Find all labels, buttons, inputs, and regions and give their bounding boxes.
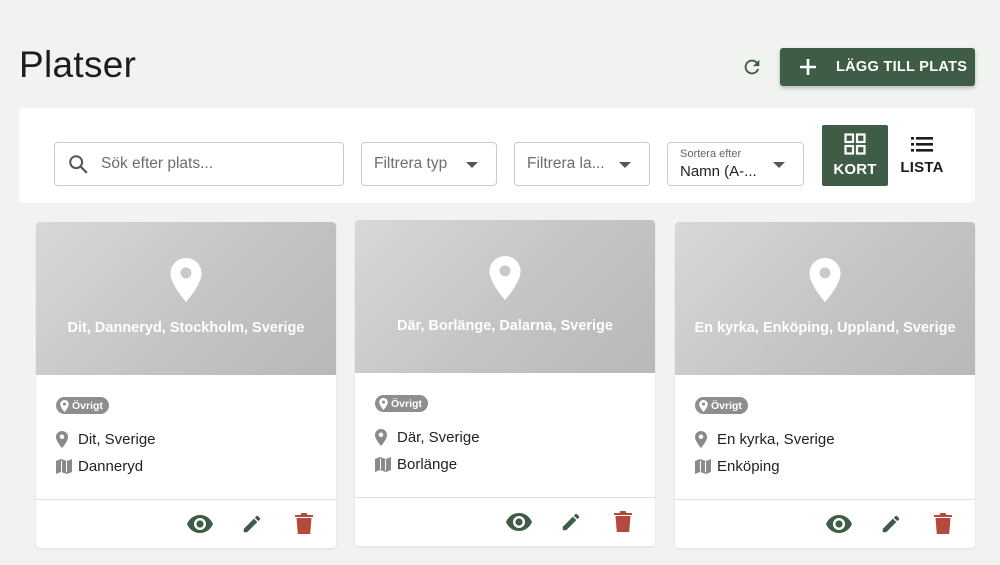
delete-button[interactable] — [607, 506, 639, 538]
area-row: Danneryd — [56, 458, 316, 475]
eye-icon — [187, 515, 213, 533]
edit-button[interactable] — [555, 506, 587, 538]
trash-icon — [295, 513, 313, 534]
view-kort-label: KORT — [833, 161, 877, 178]
place-text: En kyrka, Sverige — [717, 430, 835, 448]
pencil-icon — [562, 513, 580, 531]
location-pin-icon — [489, 256, 521, 300]
place-card[interactable]: Dit, Danneryd, Stockholm, Sverige Övrigt… — [36, 222, 336, 548]
type-chip: Övrigt — [375, 395, 428, 412]
trash-icon — [614, 511, 632, 532]
view-button[interactable] — [184, 508, 216, 540]
place-row: Där, Sverige — [375, 428, 635, 446]
trash-icon — [934, 513, 952, 534]
place-card[interactable]: En kyrka, Enköping, Uppland, Sverige Övr… — [675, 222, 975, 548]
refresh-icon — [744, 59, 760, 75]
map-icon — [56, 458, 78, 474]
place-card[interactable]: Där, Borlänge, Dalarna, Sverige Övrigt D… — [355, 220, 655, 546]
pencil-icon — [882, 515, 900, 533]
area-row: Borlänge — [375, 456, 635, 473]
card-hero: En kyrka, Enköping, Uppland, Sverige — [675, 222, 975, 375]
list-icon — [911, 137, 933, 152]
eye-icon — [826, 515, 852, 533]
pencil-icon — [243, 515, 261, 533]
type-chip-label: Övrigt — [711, 399, 742, 412]
card-title: En kyrka, Enköping, Uppland, Sverige — [694, 320, 956, 336]
chevron-down-icon — [466, 162, 478, 168]
view-lista-button[interactable]: LISTA — [889, 125, 955, 186]
area-text: Enköping — [717, 457, 780, 475]
card-hero: Där, Borlänge, Dalarna, Sverige — [355, 220, 655, 373]
location-pin-icon — [699, 399, 708, 412]
delete-button[interactable] — [288, 508, 320, 540]
search-placeholder: Sök efter plats... — [101, 155, 213, 172]
place-text: Där, Sverige — [397, 428, 480, 446]
card-title: Där, Borlänge, Dalarna, Sverige — [397, 318, 613, 334]
sort-select[interactable]: Sortera efter Namn (A-... — [667, 142, 804, 186]
search-icon — [55, 153, 101, 175]
filter-type-select[interactable]: Filtrera typ — [361, 142, 497, 186]
location-pin-icon — [60, 399, 69, 412]
add-place-label: LÄGG TILL PLATS — [836, 59, 968, 75]
location-pin-icon — [695, 430, 717, 448]
filter-toolbar: Sök efter plats... Filtrera typ Filtrera… — [19, 108, 975, 203]
place-row: En kyrka, Sverige — [695, 430, 955, 448]
sort-value: Namn (A-... — [680, 163, 757, 180]
page-title: Platser — [19, 44, 137, 85]
map-icon — [695, 458, 717, 474]
delete-button[interactable] — [927, 508, 959, 540]
area-text: Borlänge — [397, 455, 458, 473]
plus-icon — [780, 58, 836, 76]
eye-icon — [506, 513, 532, 531]
edit-button[interactable] — [875, 508, 907, 540]
view-kort-button[interactable]: KORT — [822, 125, 888, 186]
filter-type-label: Filtrera typ — [374, 155, 448, 172]
view-button[interactable] — [503, 506, 535, 538]
view-lista-label: LISTA — [900, 159, 944, 176]
filter-land-label: Filtrera la... — [527, 155, 605, 172]
location-pin-icon — [375, 428, 397, 446]
type-chip: Övrigt — [56, 397, 109, 414]
card-title: Dit, Danneryd, Stockholm, Sverige — [67, 320, 305, 336]
view-button[interactable] — [823, 508, 855, 540]
location-pin-icon — [809, 258, 841, 302]
card-hero: Dit, Danneryd, Stockholm, Sverige — [36, 222, 336, 375]
location-pin-icon — [379, 397, 388, 410]
map-icon — [375, 456, 397, 472]
area-text: Danneryd — [78, 457, 144, 475]
sort-label: Sortera efter — [680, 148, 742, 160]
location-pin-icon — [56, 430, 78, 448]
location-pin-icon — [170, 258, 202, 302]
place-row: Dit, Sverige — [56, 430, 316, 448]
area-row: Enköping — [695, 458, 955, 475]
type-chip-label: Övrigt — [391, 397, 422, 410]
search-input[interactable]: Sök efter plats... — [54, 142, 344, 186]
type-chip: Övrigt — [695, 397, 748, 414]
type-chip-label: Övrigt — [72, 399, 103, 412]
place-text: Dit, Sverige — [78, 430, 156, 448]
grid-icon — [844, 133, 866, 155]
chevron-down-icon — [773, 162, 785, 168]
add-place-button[interactable]: LÄGG TILL PLATS — [780, 48, 975, 86]
chevron-down-icon — [619, 162, 631, 168]
filter-land-select[interactable]: Filtrera la... — [514, 142, 650, 186]
refresh-button[interactable] — [738, 53, 766, 81]
edit-button[interactable] — [236, 508, 268, 540]
